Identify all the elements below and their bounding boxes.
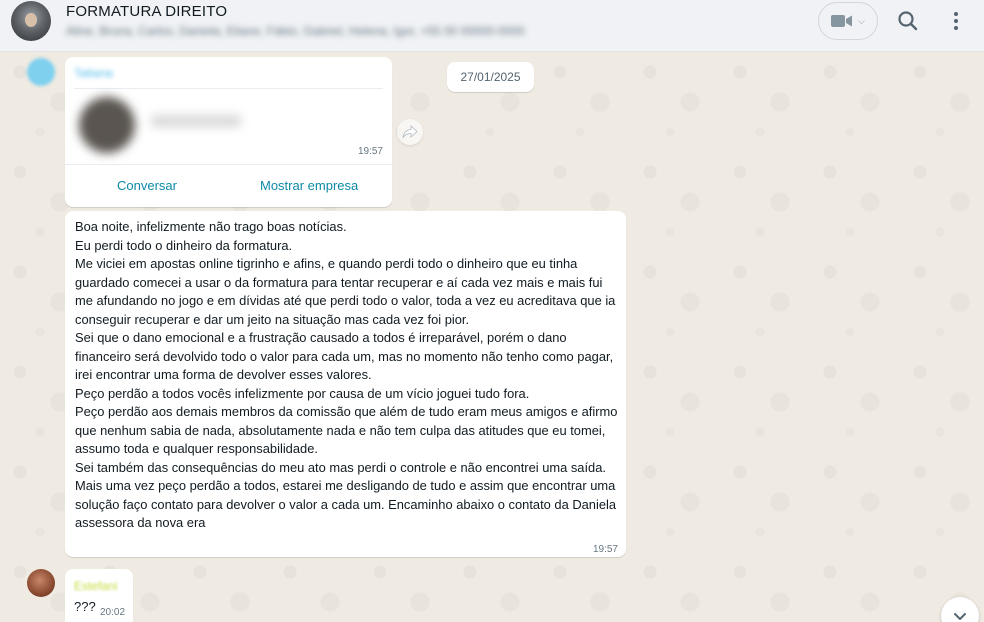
- menu-button[interactable]: [945, 8, 967, 34]
- mostrar-empresa-button[interactable]: Mostrar empresa: [260, 178, 358, 193]
- chevron-down-icon: ⌵: [858, 16, 865, 26]
- message-text: Boa noite, infelizmente não trago boas n…: [75, 219, 618, 530]
- sender-name[interactable]: Tatiana: [74, 66, 113, 80]
- message-time: 19:57: [357, 146, 383, 157]
- chat-header: FORMATURA DIREITO Aline, Bruna, Carlos, …: [0, 0, 984, 52]
- members-preview[interactable]: Aline, Bruna, Carlos, Daniela, Eliane, F…: [66, 24, 796, 38]
- date-chip: 27/01/2025: [447, 62, 534, 92]
- sender-avatar[interactable]: [27, 569, 55, 597]
- message-time: 19:57: [592, 544, 618, 555]
- avatar-face: [25, 13, 37, 27]
- reply-message-bubble[interactable]: Estefani ??? 20:02: [65, 569, 133, 622]
- group-name[interactable]: FORMATURA DIREITO: [66, 3, 227, 20]
- conversar-button[interactable]: Conversar: [117, 178, 177, 193]
- message-time: 20:02: [100, 607, 126, 618]
- message-text: ???: [74, 599, 96, 614]
- message-bubble[interactable]: Boa noite, infelizmente não trago boas n…: [65, 211, 626, 557]
- group-avatar[interactable]: [11, 1, 51, 41]
- video-call-button[interactable]: ⌵: [818, 2, 878, 40]
- search-button[interactable]: [895, 8, 921, 34]
- divider: [74, 88, 383, 89]
- menu-dots-icon: [954, 12, 958, 30]
- search-icon: [898, 11, 918, 31]
- contact-card-message[interactable]: Tatiana 19:57 Conversar Mostrar empresa: [65, 57, 392, 207]
- video-call-icon: [831, 15, 852, 27]
- forward-icon: [402, 125, 418, 139]
- contact-photo[interactable]: [79, 97, 135, 153]
- sender-avatar[interactable]: [27, 58, 55, 86]
- divider: [65, 164, 392, 165]
- contact-name-redacted: [151, 115, 241, 127]
- sender-name[interactable]: Estefani: [74, 579, 117, 593]
- forward-button[interactable]: [397, 119, 423, 145]
- scroll-down-icon: [954, 613, 966, 620]
